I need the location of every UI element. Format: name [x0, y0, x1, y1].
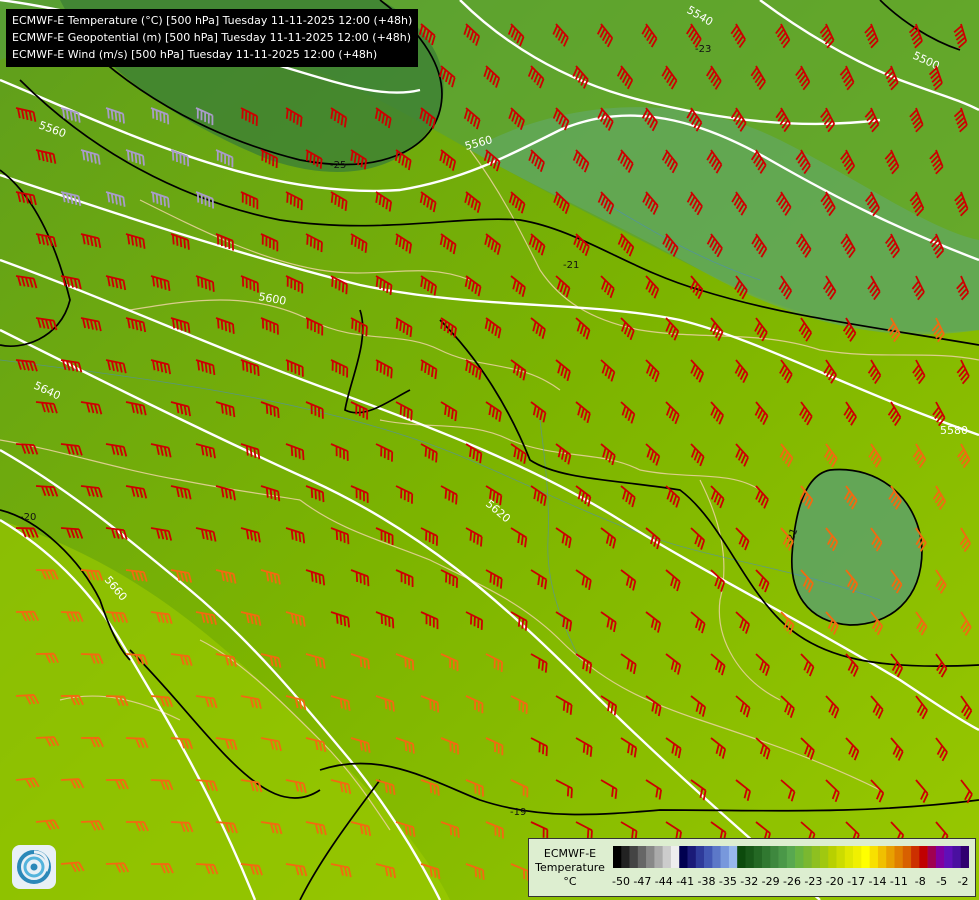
legend-swatch — [712, 846, 721, 868]
legend-swatch — [952, 846, 962, 868]
contour-label: 5580 — [940, 424, 968, 437]
legend-tick: -38 — [697, 875, 716, 888]
legend-swatch — [629, 846, 639, 868]
legend-swatch — [828, 846, 837, 868]
legend-swatch — [811, 846, 821, 868]
legend-swatch — [778, 846, 788, 868]
legend-swatch — [621, 846, 630, 868]
legend-tick: -32 — [740, 875, 759, 888]
legend-swatch — [919, 846, 928, 868]
contour-label: -19 — [510, 807, 526, 818]
title-temperature: ECMWF-E Temperature (°C) [500 hPa] Tuesd… — [12, 14, 413, 27]
legend-swatch — [935, 846, 945, 868]
map-title-box: ECMWF-E Temperature (°C) [500 hPa] Tuesd… — [6, 9, 419, 67]
legend-swatch — [753, 846, 763, 868]
legend-swatch — [960, 846, 969, 868]
legend-title: ECMWF-E Temperature °C — [533, 847, 607, 889]
legend-swatch — [654, 846, 663, 868]
legend-swatch — [646, 846, 655, 868]
legend-swatch — [944, 846, 953, 868]
legend-swatch — [803, 846, 812, 868]
legend-swatch — [894, 846, 904, 868]
legend-unit: °C — [563, 875, 577, 888]
legend-tick: -8 — [914, 875, 926, 888]
legend-swatch — [869, 846, 879, 868]
legend-color-scale — [613, 846, 969, 868]
legend-swatch — [762, 846, 771, 868]
legend-swatch — [662, 846, 672, 868]
ecmwf-logo-icon — [12, 845, 56, 889]
title-geopotential: ECMWF-E Geopotential (m) [500 hPa] Tuesd… — [12, 31, 412, 44]
legend-swatch — [927, 846, 937, 868]
legend-swatch — [902, 846, 912, 868]
legend-tick: -2 — [957, 875, 969, 888]
temperature-legend: ECMWF-E Temperature °C -50 -47 -44 -41 -38 -3… — [528, 838, 976, 897]
legend-swatch — [819, 846, 829, 868]
legend-swatch — [844, 846, 854, 868]
legend-tick: -41 — [676, 875, 695, 888]
contour-label: -20 — [20, 512, 36, 523]
legend-tick: -26 — [783, 875, 801, 888]
legend-model: ECMWF-E — [543, 847, 597, 860]
legend-tick: -5 — [936, 875, 948, 888]
legend-swatch — [613, 846, 622, 868]
legend-tick: -11 — [889, 875, 908, 888]
legend-swatch — [695, 846, 705, 868]
contour-label: -25 — [330, 160, 346, 171]
legend-swatch — [886, 846, 895, 868]
legend-swatch — [670, 846, 680, 868]
legend-tick: -20 — [825, 875, 844, 888]
legend-swatch — [637, 846, 647, 868]
legend-swatch — [836, 846, 846, 868]
legend-swatch — [679, 846, 688, 868]
legend-swatch — [737, 846, 746, 868]
legend-swatch — [861, 846, 870, 868]
legend-tick: -50 — [612, 875, 630, 888]
legend-swatch — [720, 846, 730, 868]
legend-swatch — [795, 846, 804, 868]
legend-swatch — [877, 846, 887, 868]
legend-swatch — [745, 846, 755, 868]
legend-swatch — [728, 846, 738, 868]
legend-swatch — [687, 846, 697, 868]
legend-swatch — [853, 846, 862, 868]
legend-tick: -29 — [761, 875, 780, 888]
legend-tick: -47 — [633, 875, 652, 888]
swirl-icon — [17, 850, 51, 884]
legend-tick: -35 — [718, 875, 737, 888]
legend-tick: -17 — [847, 875, 866, 888]
legend-tick: -44 — [654, 875, 673, 888]
contour-label: -21 — [563, 260, 579, 271]
weather-map: 5540 5500 5560 5560 5600 5640 5620 5660 … — [0, 0, 979, 900]
legend-swatch — [911, 846, 920, 868]
legend-swatch — [770, 846, 779, 868]
legend-tick: -14 — [868, 875, 887, 888]
legend-swatch — [786, 846, 796, 868]
legend-swatch — [704, 846, 713, 868]
legend-variable: Temperature — [535, 861, 605, 874]
legend-tick: -23 — [804, 875, 823, 888]
title-wind: ECMWF-E Wind (m/s) [500 hPa] Tuesday 11-… — [12, 48, 378, 61]
